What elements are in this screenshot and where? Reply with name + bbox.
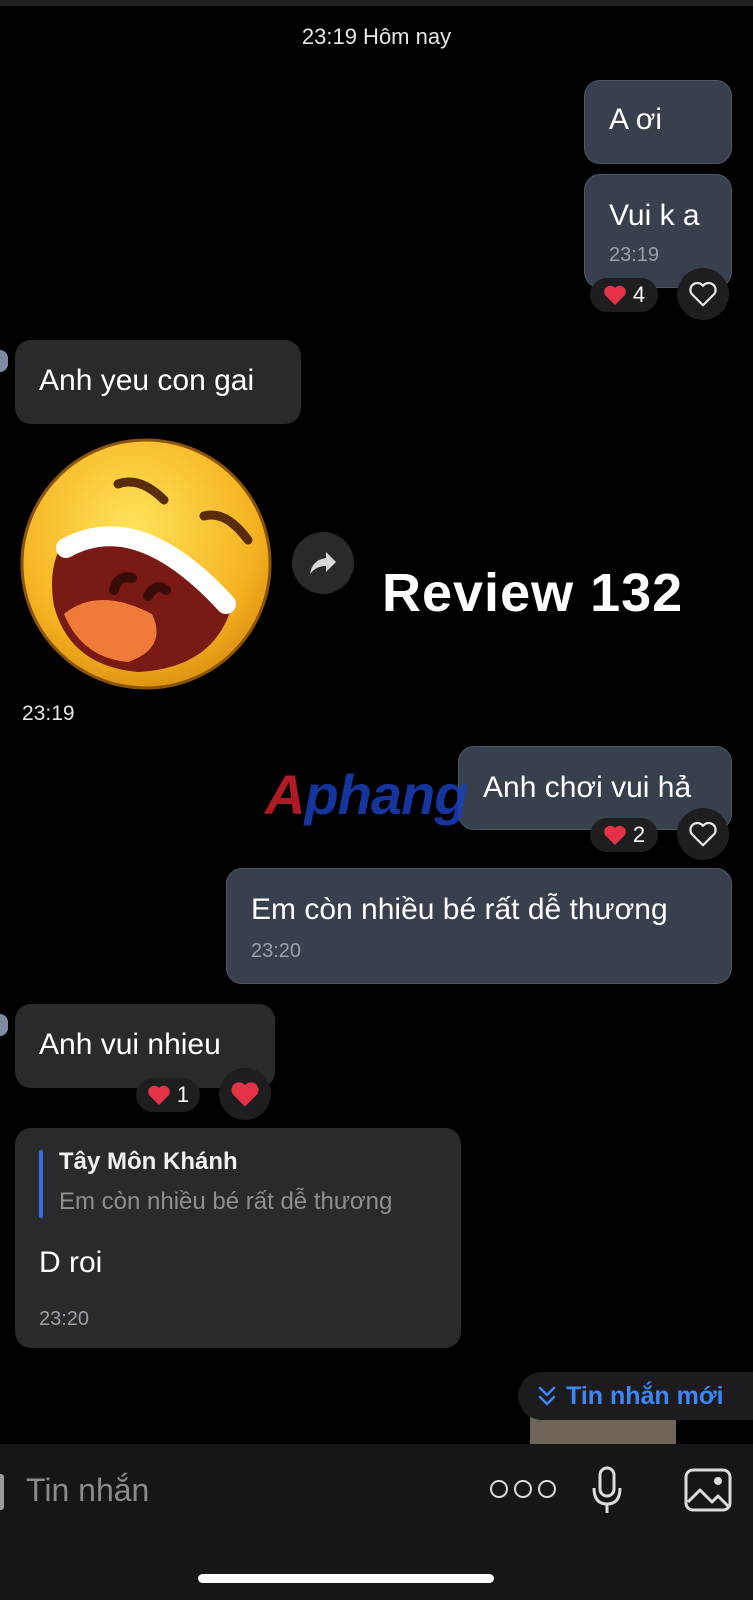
message-time: 23:20 bbox=[39, 1308, 90, 1330]
message-text: Em còn nhiều bé rất dễ thương bbox=[251, 893, 668, 926]
message-input[interactable]: Tin nhắn bbox=[26, 1472, 149, 1509]
reaction-count: 1 bbox=[176, 1082, 190, 1107]
date-separator: 23:19 Hôm nay bbox=[301, 24, 452, 49]
share-button[interactable] bbox=[292, 532, 354, 594]
laughing-face-sticker[interactable] bbox=[18, 436, 274, 692]
more-options-icon[interactable] bbox=[490, 1480, 556, 1498]
reaction-pill[interactable]: 1 bbox=[136, 1078, 200, 1112]
review-overlay-text: Review 132 bbox=[382, 563, 684, 623]
reaction-pill[interactable]: 2 bbox=[590, 818, 658, 852]
heart-icon bbox=[604, 825, 626, 845]
message-bubble-outgoing[interactable]: A ơi bbox=[584, 80, 732, 164]
new-messages-label: Tin nhắn mới bbox=[566, 1381, 724, 1410]
quote-author: Tây Môn Khánh bbox=[59, 1148, 238, 1175]
message-text: A ơi bbox=[609, 103, 663, 136]
message-bubble-incoming-reply[interactable]: Tây Môn Khánh Em còn nhiều bé rất dễ thư… bbox=[15, 1128, 461, 1348]
new-messages-button[interactable]: Tin nhắn mới bbox=[518, 1372, 753, 1420]
message-time: 23:19 bbox=[609, 243, 660, 266]
reaction-count: 4 bbox=[632, 282, 646, 307]
react-heart-button[interactable] bbox=[219, 1068, 271, 1120]
reaction-pill[interactable]: 4 bbox=[590, 278, 658, 312]
image-picker-icon[interactable] bbox=[684, 1468, 732, 1512]
message-text: Anh yeu con gai bbox=[39, 364, 255, 397]
heart-outline-icon bbox=[689, 281, 717, 307]
watermark-logo: Aphang bbox=[265, 763, 468, 826]
quote-bar bbox=[39, 1150, 43, 1218]
message-time: 23:20 bbox=[251, 939, 302, 962]
heart-filled-icon bbox=[231, 1082, 259, 1107]
status-divider bbox=[0, 0, 753, 6]
composer-left-edge bbox=[0, 1474, 4, 1510]
reaction-count: 2 bbox=[632, 822, 646, 847]
heart-icon bbox=[604, 285, 626, 305]
message-bubble-incoming[interactable]: Anh yeu con gai bbox=[15, 340, 301, 424]
message-text: D roi bbox=[39, 1246, 103, 1279]
message-text: Vui k a bbox=[609, 199, 700, 232]
react-heart-button[interactable] bbox=[677, 268, 729, 320]
quote-text: Em còn nhiều bé rất dễ thương bbox=[59, 1188, 393, 1215]
home-indicator[interactable] bbox=[198, 1574, 494, 1583]
microphone-icon[interactable] bbox=[590, 1466, 624, 1516]
sender-avatar[interactable] bbox=[0, 1014, 8, 1036]
message-text: Anh chơi vui hả bbox=[483, 771, 692, 804]
message-time: 23:19 bbox=[22, 702, 75, 725]
message-bubble-outgoing[interactable]: Em còn nhiều bé rất dễ thương 23:20 bbox=[226, 868, 732, 984]
sender-avatar[interactable] bbox=[0, 350, 8, 372]
double-chevron-down-icon bbox=[538, 1386, 556, 1406]
heart-outline-icon bbox=[689, 821, 717, 847]
heart-icon bbox=[148, 1085, 170, 1105]
share-arrow-icon bbox=[310, 552, 336, 574]
message-text: Anh vui nhieu bbox=[39, 1028, 221, 1061]
react-heart-button[interactable] bbox=[677, 808, 729, 860]
